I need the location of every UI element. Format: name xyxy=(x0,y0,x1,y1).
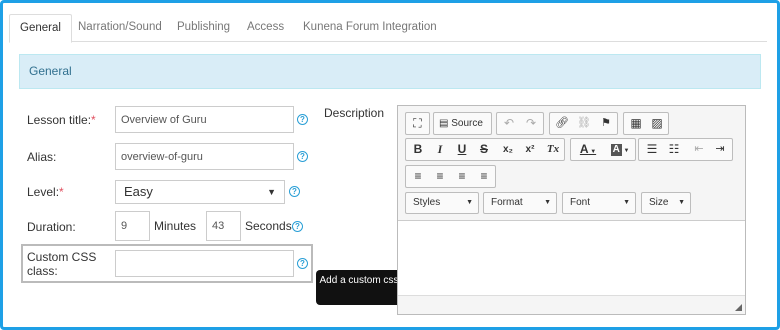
chevron-down-icon: ▼ xyxy=(267,187,276,197)
text-color-button[interactable]: A ▼ xyxy=(573,140,603,159)
align-center-icon[interactable]: ≡ xyxy=(430,167,450,186)
duration-minutes-input[interactable] xyxy=(115,211,150,241)
text-color-letter: A xyxy=(579,142,589,156)
chevron-down-icon: ▼ xyxy=(623,199,630,206)
undo-icon[interactable]: ↶ xyxy=(499,114,519,133)
align-right-icon[interactable]: ≡ xyxy=(452,167,472,186)
alias-input[interactable] xyxy=(115,143,294,170)
level-select[interactable]: Easy ▼ xyxy=(115,180,285,204)
alias-help-icon[interactable]: ? xyxy=(297,151,308,162)
table-icon[interactable]: ▦ xyxy=(626,114,646,133)
colors-group: A ▼ A ▼ xyxy=(570,138,636,161)
alias-label: Alias: xyxy=(27,150,57,164)
image-icon[interactable]: ▨ xyxy=(647,114,667,133)
font-dropdown[interactable]: Font ▼ xyxy=(562,192,636,214)
italic-button[interactable]: I xyxy=(430,140,450,159)
strikethrough-button[interactable]: S xyxy=(474,140,494,159)
bulleted-list-icon[interactable]: ☷ xyxy=(664,140,684,159)
tab-bar: General Narration/Sound Publishing Acces… xyxy=(9,12,767,43)
custom-css-input[interactable] xyxy=(115,250,294,277)
styles-dropdown[interactable]: Styles ▼ xyxy=(405,192,479,214)
required-marker: * xyxy=(59,185,64,199)
background-color-button[interactable]: A ▼ xyxy=(605,140,635,159)
duration-label: Duration: xyxy=(27,220,76,234)
subscript-button[interactable]: x₂ xyxy=(498,140,518,159)
lists-indent-group: ☰ ☷ ⇤ ⇥ xyxy=(638,138,733,161)
rich-text-editor: ⛶ ▤ Source ↶ ↷ 🔗︎ ⛓ ⚑ ▦ ▨ B I U S x₂ x² xyxy=(397,105,746,315)
level-selected-value: Easy xyxy=(124,184,153,199)
lesson-title-help-icon[interactable]: ? xyxy=(297,114,308,125)
bg-color-letter: A xyxy=(610,144,622,156)
format-dropdown[interactable]: Format ▼ xyxy=(483,192,557,214)
duration-seconds-input[interactable] xyxy=(206,211,241,241)
link-group: 🔗︎ ⛓ ⚑ xyxy=(549,112,618,135)
font-dropdown-label: Font xyxy=(570,197,591,208)
lesson-title-label-text: Lesson title: xyxy=(27,113,92,127)
editor-content-area[interactable] xyxy=(398,222,745,295)
custom-css-label: Custom CSS class: xyxy=(27,250,97,278)
align-justify-icon[interactable]: ≡ xyxy=(474,167,494,186)
size-dropdown-label: Size xyxy=(649,197,669,208)
resize-handle-icon[interactable] xyxy=(735,304,742,311)
underline-button[interactable]: U xyxy=(452,140,472,159)
duration-help-icon[interactable]: ? xyxy=(292,221,303,232)
source-doc-icon: ▤ xyxy=(439,118,449,129)
tab-narration-sound[interactable]: Narration/Sound xyxy=(78,14,162,43)
chevron-down-icon: ▼ xyxy=(678,199,685,206)
minutes-label: Minutes xyxy=(154,219,197,233)
format-dropdown-label: Format xyxy=(491,197,523,208)
chevron-down-icon: ▼ xyxy=(466,199,473,206)
source-button-label: Source xyxy=(451,118,483,129)
description-label: Description xyxy=(324,106,385,120)
align-left-icon[interactable]: ≡ xyxy=(408,167,428,186)
redo-icon[interactable]: ↷ xyxy=(521,114,541,133)
undo-redo-group: ↶ ↷ xyxy=(496,112,544,135)
tab-kunena-forum-integration[interactable]: Kunena Forum Integration xyxy=(303,14,437,43)
source-group: ▤ Source xyxy=(433,112,492,135)
bold-button[interactable]: B xyxy=(408,140,428,159)
tab-publishing[interactable]: Publishing xyxy=(177,14,230,43)
editor-status-bar xyxy=(398,295,745,314)
superscript-button[interactable]: x² xyxy=(520,140,540,159)
level-help-icon[interactable]: ? xyxy=(289,186,300,197)
required-marker: * xyxy=(91,113,96,127)
chevron-down-icon: ▼ xyxy=(544,199,551,206)
custom-css-help-icon[interactable]: ? xyxy=(297,258,308,269)
indent-icon[interactable]: ⇥ xyxy=(710,140,730,159)
remove-format-button[interactable]: Tx xyxy=(543,140,563,159)
insert-group: ▦ ▨ xyxy=(623,112,669,135)
alignment-group: ≡ ≡ ≡ ≡ xyxy=(405,165,496,188)
outdent-icon[interactable]: ⇤ xyxy=(689,140,709,159)
size-dropdown[interactable]: Size ▼ xyxy=(641,192,691,214)
level-label: Level:* xyxy=(27,185,64,199)
unlink-icon[interactable]: ⛓ xyxy=(574,114,594,133)
lesson-title-label: Lesson title:* xyxy=(27,113,96,127)
tab-general[interactable]: General xyxy=(9,14,72,43)
numbered-list-icon[interactable]: ☰ xyxy=(642,140,662,159)
section-header: General xyxy=(19,54,761,89)
basic-styles-group: B I U S x₂ x² Tx xyxy=(405,138,565,161)
styles-dropdown-label: Styles xyxy=(413,197,441,208)
link-icon[interactable]: 🔗︎ xyxy=(552,114,572,133)
lesson-title-input[interactable] xyxy=(115,106,294,133)
source-button[interactable]: ▤ Source xyxy=(437,114,489,133)
tab-access[interactable]: Access xyxy=(247,14,284,43)
editor-toolbar: ⛶ ▤ Source ↶ ↷ 🔗︎ ⛓ ⚑ ▦ ▨ B I U S x₂ x² xyxy=(398,106,745,221)
maximize-group: ⛶ xyxy=(405,112,430,135)
level-label-text: Level: xyxy=(27,185,60,199)
seconds-label: Seconds xyxy=(245,219,292,233)
maximize-icon[interactable]: ⛶ xyxy=(408,114,427,133)
anchor-flag-icon[interactable]: ⚑ xyxy=(596,114,616,133)
